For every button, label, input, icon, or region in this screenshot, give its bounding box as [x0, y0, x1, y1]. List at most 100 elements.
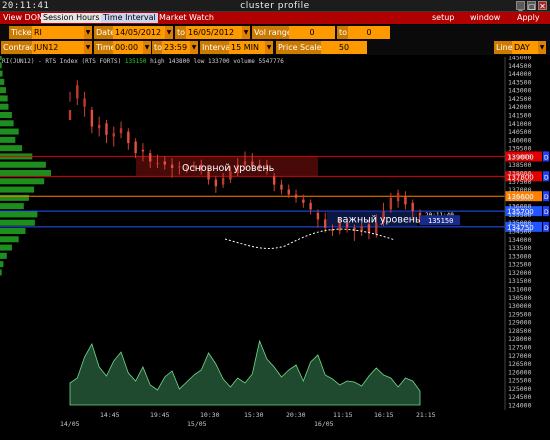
price-tick-label: 137000 [508, 186, 532, 194]
profile-bar [0, 211, 38, 218]
time-tick-label: 21:15 [416, 411, 436, 419]
instrument-symbol: RI(JUN12) - RTS Index (RTS FORTS) [2, 58, 122, 65]
tab-market-watch[interactable]: Market Watch [157, 13, 216, 23]
profile-bar [0, 261, 4, 268]
price-tick-label: 128000 [508, 335, 532, 343]
vol-max-field[interactable]: 0 [348, 26, 390, 39]
time-to-field[interactable]: 23:59 ▼ [162, 41, 198, 54]
price-tick-label: 139000 [508, 153, 532, 161]
time-tick-label: 15:30 [244, 411, 264, 419]
price-tick-label: 144500 [508, 62, 532, 70]
candle-body [214, 179, 218, 187]
interval-select[interactable]: 15 MIN ▼ [229, 41, 273, 54]
profile-bar [0, 269, 2, 276]
price-tick-label: 132500 [508, 261, 532, 269]
chevron-down-icon[interactable]: ▼ [242, 26, 250, 39]
key-level-annotation: важный уровень [337, 214, 421, 225]
candle-body [76, 85, 79, 99]
setup-button[interactable]: setup [432, 13, 454, 23]
candle-body [367, 224, 371, 233]
price-tick-label: 132000 [508, 269, 532, 277]
profile-bar [0, 136, 16, 143]
chevron-down-icon[interactable]: ▼ [265, 41, 273, 54]
contract-select[interactable]: JUN12 ▼ [32, 41, 92, 54]
profile-bar [0, 170, 51, 176]
main-level-annotation: Основной уровень [182, 163, 275, 174]
candle-body [178, 166, 181, 168]
chevron-down-icon[interactable]: ▼ [143, 41, 151, 54]
chevron-down-icon[interactable]: ▼ [165, 26, 173, 39]
chevron-down-icon[interactable]: ▼ [84, 41, 92, 54]
price-tick-label: 145000 [508, 56, 532, 62]
price-scale-field[interactable]: 50 [321, 41, 367, 54]
close-icon[interactable]: ✕ [538, 1, 547, 11]
profile-bar [0, 103, 9, 110]
price-tick-label: 139500 [508, 145, 532, 153]
date-to-field[interactable]: 16/05/2012 ▼ [186, 26, 250, 39]
session-stats: high 143800 low 133700 volume 5547776 [150, 58, 284, 65]
candle-body [134, 141, 137, 154]
maximize-icon[interactable]: ▢ [527, 1, 536, 11]
price-tick-label: 131000 [508, 286, 532, 294]
candle-body [90, 110, 94, 127]
vol-range-label: Vol range [252, 26, 294, 39]
contract-value: JUN12 [34, 43, 59, 52]
price-tick-label: 138500 [508, 161, 532, 169]
candle-body [353, 227, 356, 231]
time-tick-label: 11:15 [333, 411, 353, 419]
minimize-icon[interactable]: _ [516, 1, 525, 11]
price-tick-label: 135500 [508, 211, 532, 219]
date-label: 14/05 [60, 420, 80, 428]
date-label: 16/05 [314, 420, 334, 428]
candle-body [287, 189, 290, 195]
price-tick-label: 140500 [508, 128, 532, 136]
line-select[interactable]: DAY ▼ [512, 41, 546, 54]
profile-bar [0, 128, 19, 135]
chevron-down-icon[interactable]: ▼ [190, 41, 198, 54]
price-tick-label: 131500 [508, 277, 532, 285]
price-tick-label: 125000 [508, 385, 532, 393]
price-tick-label: 130000 [508, 302, 532, 310]
tab-session-hours[interactable]: Session Hours [41, 13, 102, 23]
date-from-value: 14/05/2012 [115, 28, 162, 37]
price-tick-label: 127000 [508, 352, 532, 360]
time-tick-label: 19:45 [150, 411, 170, 419]
price-tick-label: 143000 [508, 87, 532, 95]
price-tick-label: 141500 [508, 112, 532, 120]
candle-body [83, 98, 86, 107]
time-tick-label: 16:15 [374, 411, 394, 419]
vol-min-field[interactable]: 0 [289, 26, 335, 39]
date-from-field[interactable]: 14/05/2012 ▼ [113, 26, 173, 39]
candle-body [119, 128, 123, 134]
chevron-down-icon[interactable]: ▼ [538, 41, 546, 54]
candle-body [280, 184, 283, 190]
price-scale-label: Price Scale [276, 41, 324, 54]
profile-bar [0, 161, 46, 168]
level-tag-label: D [544, 154, 549, 161]
profile-bar [0, 228, 26, 234]
window-button[interactable]: window [470, 13, 500, 23]
price-tick-label: 133000 [508, 252, 532, 260]
candle-body [404, 196, 407, 205]
ticker-value: RI [34, 28, 42, 37]
control-row-1: Ticker RI ▼ Date 14/05/2012 ▼ to 16/05/2… [0, 25, 550, 40]
profile-bar [0, 178, 45, 185]
apply-button[interactable]: Apply [517, 13, 540, 23]
candle-body [68, 110, 72, 120]
chevron-down-icon[interactable]: ▼ [84, 26, 92, 39]
profile-bar [0, 95, 8, 102]
tab-time-interval[interactable]: Time Interval [101, 13, 158, 23]
ticker-select[interactable]: RI ▼ [32, 26, 92, 39]
price-tick-label: 134000 [508, 236, 532, 244]
candle-body [97, 124, 101, 129]
profile-bar [0, 70, 3, 77]
price-tick-label: 142000 [508, 103, 532, 111]
profile-bar [0, 145, 23, 152]
level-tag-label: D [544, 174, 549, 181]
time-from-field[interactable]: 00:00 ▼ [113, 41, 151, 54]
cluster-chart[interactable]: 139000 D137800 D136600 D135700 D134750 D Осно… [0, 56, 550, 430]
last-price: 135150 [124, 58, 147, 65]
price-tick-label: 136500 [508, 194, 532, 202]
price-tick-label: 138000 [508, 170, 532, 178]
tab-view-dom[interactable]: View DOM [1, 13, 46, 23]
